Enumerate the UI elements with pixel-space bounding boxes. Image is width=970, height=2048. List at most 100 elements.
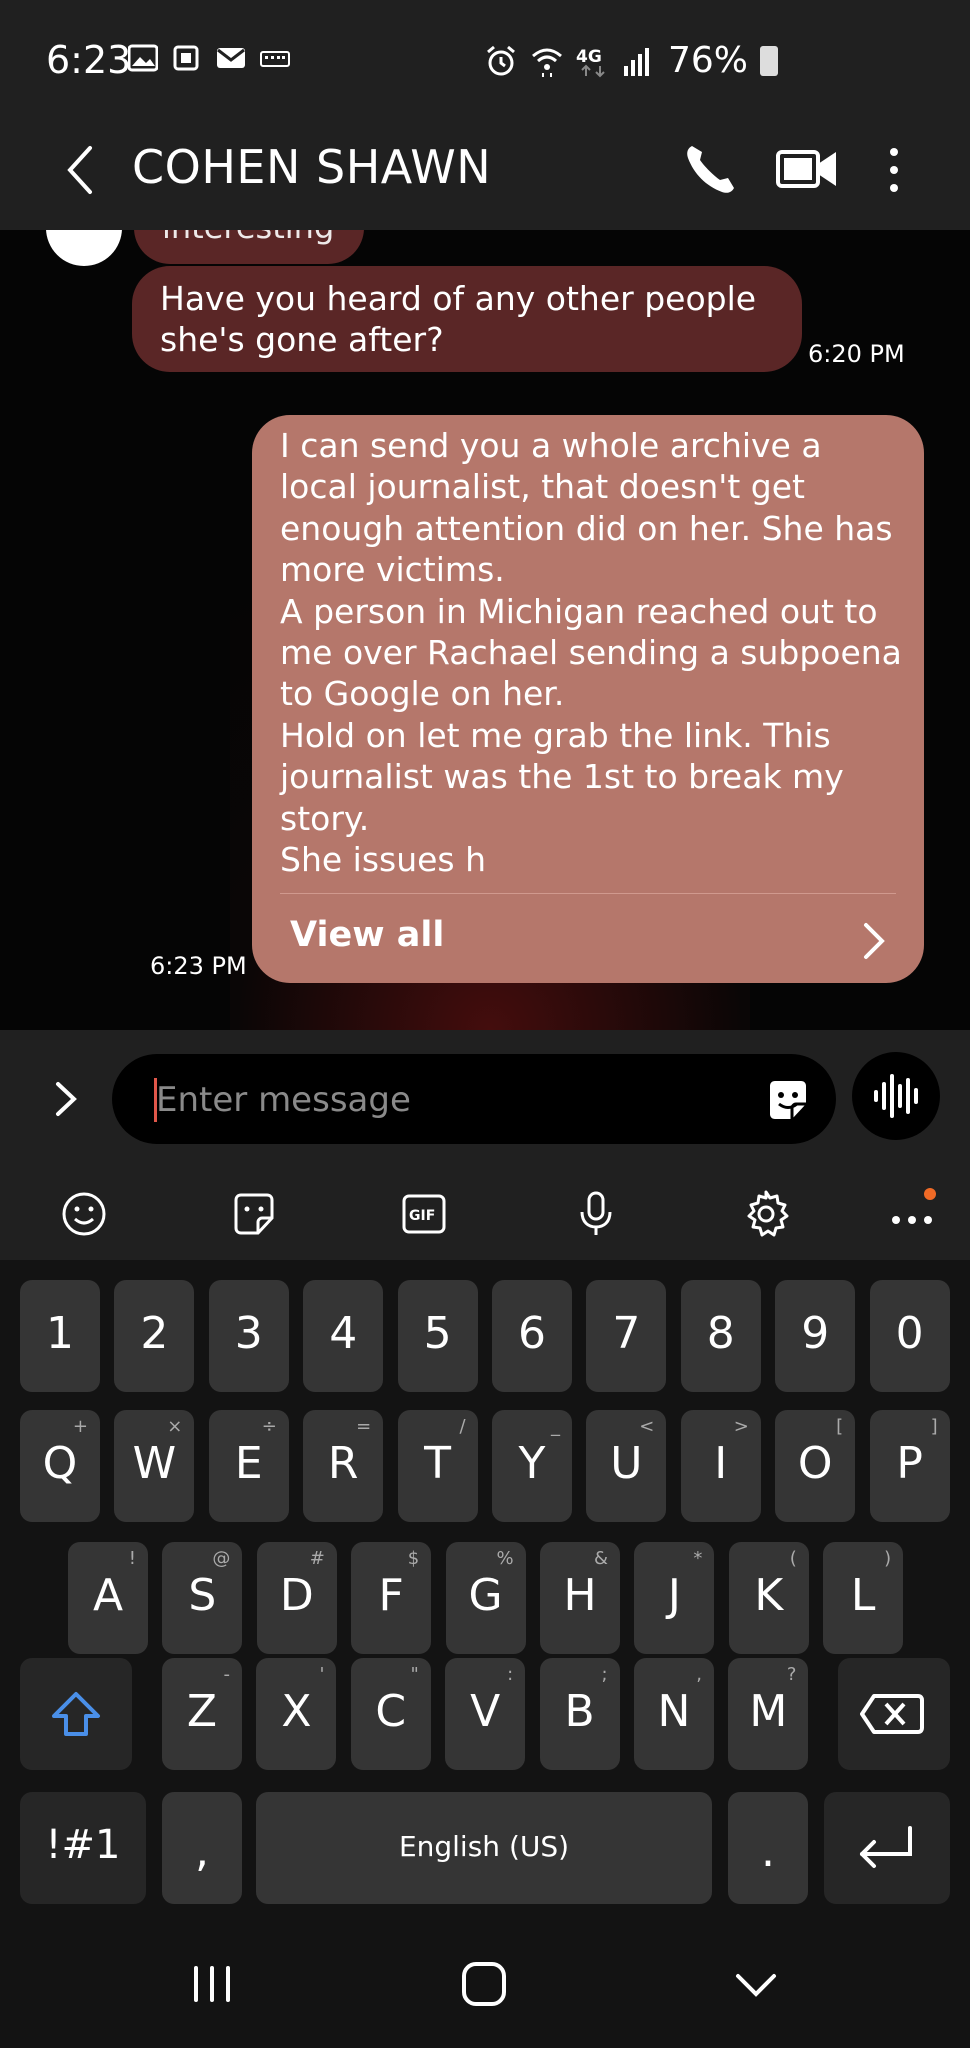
key-b[interactable]: ; B	[539, 1658, 620, 1770]
expand-options-button[interactable]	[46, 1076, 86, 1122]
enter-icon	[860, 1826, 912, 1868]
back-button[interactable]	[58, 138, 106, 202]
more-options-button[interactable]	[866, 140, 922, 200]
signal-icon	[622, 44, 656, 78]
key-secondary-symbol: <	[639, 1416, 655, 1437]
shift-arrow-icon	[52, 1692, 100, 1736]
incoming-message-bubble[interactable]: interesting	[134, 230, 364, 264]
video-call-button[interactable]	[774, 140, 840, 200]
enter-key[interactable]	[824, 1792, 950, 1904]
message-text: interesting	[162, 230, 334, 246]
message-list[interactable]: interesting Have you heard of any other …	[0, 230, 970, 1030]
message-input[interactable]	[154, 1054, 738, 1146]
key-k[interactable]: (K	[728, 1542, 809, 1654]
key-label: Z	[186, 1686, 218, 1737]
key-1[interactable]: 1	[20, 1280, 100, 1392]
key-secondary-symbol: +	[72, 1416, 88, 1437]
view-all-button[interactable]: View all	[290, 915, 444, 955]
status-bar: 6:23 4G 76%	[0, 0, 970, 120]
key-f[interactable]: $ F	[351, 1542, 432, 1654]
key-secondary-symbol: %	[496, 1548, 514, 1569]
key-label: L	[850, 1570, 876, 1621]
recent-apps-button[interactable]	[182, 1954, 242, 2014]
sticker-icon	[234, 1193, 274, 1235]
key-j[interactable]: * J	[634, 1542, 715, 1654]
key-a[interactable]: ! A	[68, 1542, 148, 1654]
key-secondary-symbol: ×	[167, 1416, 183, 1437]
key-c[interactable]: " C	[350, 1658, 431, 1770]
key-e[interactable]: ÷ E	[208, 1410, 289, 1522]
key-7[interactable]: 7	[586, 1280, 667, 1392]
email-icon	[216, 44, 246, 72]
key-d[interactable]: # D	[256, 1542, 337, 1654]
sticker-keyboard-button[interactable]	[228, 1188, 280, 1240]
key-m[interactable]: ? M	[728, 1658, 809, 1770]
key-label: Y	[518, 1438, 546, 1489]
incoming-message-bubble[interactable]: Have you heard of any other people she's…	[132, 266, 802, 372]
contact-avatar[interactable]	[46, 230, 122, 266]
key-secondary-symbol: &	[593, 1548, 608, 1569]
key-q[interactable]: + Q	[20, 1410, 100, 1522]
key-w[interactable]: × W	[114, 1410, 195, 1522]
key-h[interactable]: & H	[540, 1542, 620, 1654]
key-z[interactable]: -Z	[162, 1658, 242, 1770]
key-0[interactable]: 0	[869, 1280, 950, 1392]
chevron-right-icon	[56, 1082, 77, 1116]
backspace-key[interactable]	[838, 1658, 950, 1770]
gif-button[interactable]: GIF	[398, 1188, 450, 1240]
key-l[interactable]: ) L	[823, 1542, 904, 1654]
keyboard-settings-button[interactable]	[740, 1188, 792, 1240]
key-4[interactable]: 4	[303, 1280, 384, 1392]
comma-key[interactable]: ,	[162, 1792, 242, 1904]
message-timestamp: 6:23 PM	[150, 952, 247, 980]
key-y[interactable]: _ Y	[492, 1410, 572, 1522]
key-i[interactable]: > I	[680, 1410, 761, 1522]
key-o[interactable]: [O	[775, 1410, 856, 1522]
key-secondary-symbol: :	[507, 1664, 514, 1685]
emoji-button[interactable]	[58, 1188, 110, 1240]
key-t[interactable]: / T	[397, 1410, 478, 1522]
key-6[interactable]: 6	[492, 1280, 572, 1392]
space-key-label: English (US)	[398, 1830, 570, 1863]
key-label: K	[754, 1570, 784, 1621]
voice-input-button[interactable]	[570, 1188, 622, 1240]
sticker-icon	[770, 1081, 806, 1119]
home-button[interactable]	[454, 1954, 514, 2014]
hide-keyboard-button[interactable]	[726, 1954, 786, 2014]
chevron-right-icon[interactable]	[856, 917, 892, 965]
video-camera-icon	[776, 150, 836, 188]
key-5[interactable]: 5	[397, 1280, 478, 1392]
key-u[interactable]: < U	[586, 1410, 667, 1522]
key-9[interactable]: 9	[775, 1280, 856, 1392]
period-key[interactable]: .	[728, 1792, 808, 1904]
key-8[interactable]: 8	[680, 1280, 761, 1392]
symbols-key[interactable]: !#1	[20, 1792, 146, 1904]
shift-key[interactable]	[20, 1658, 132, 1770]
notification-dot	[924, 1188, 936, 1200]
key-p[interactable]: ] P	[869, 1410, 950, 1522]
key-label: G	[468, 1570, 503, 1621]
key-secondary-symbol: =	[356, 1416, 372, 1437]
key-label: F	[378, 1570, 404, 1621]
sticker-button[interactable]	[764, 1076, 812, 1124]
chevron-left-icon	[67, 146, 92, 194]
key-label: B	[564, 1686, 595, 1737]
key-g[interactable]: % G	[445, 1542, 526, 1654]
more-vertical-icon	[890, 148, 898, 192]
key-n[interactable]: ,N	[634, 1658, 714, 1770]
system-icons: 4G 76%	[484, 40, 779, 81]
key-v[interactable]: :V	[445, 1658, 526, 1770]
outgoing-message-bubble[interactable]: I can send you a whole archive a local j…	[252, 415, 924, 983]
key-s[interactable]: @ S	[162, 1542, 243, 1654]
call-button[interactable]	[680, 140, 740, 200]
key-label: T	[424, 1438, 452, 1489]
alarm-icon	[484, 44, 518, 78]
voice-record-button[interactable]	[852, 1052, 940, 1140]
key-x[interactable]: ' X	[256, 1658, 337, 1770]
key-3[interactable]: 3	[208, 1280, 289, 1392]
key-r[interactable]: = R	[303, 1410, 384, 1522]
key-2[interactable]: 2	[114, 1280, 195, 1392]
space-key[interactable]: English (US)	[256, 1792, 712, 1904]
conversation-header: COHEN SHAWN	[0, 110, 970, 230]
key-secondary-symbol: ;	[601, 1664, 608, 1685]
